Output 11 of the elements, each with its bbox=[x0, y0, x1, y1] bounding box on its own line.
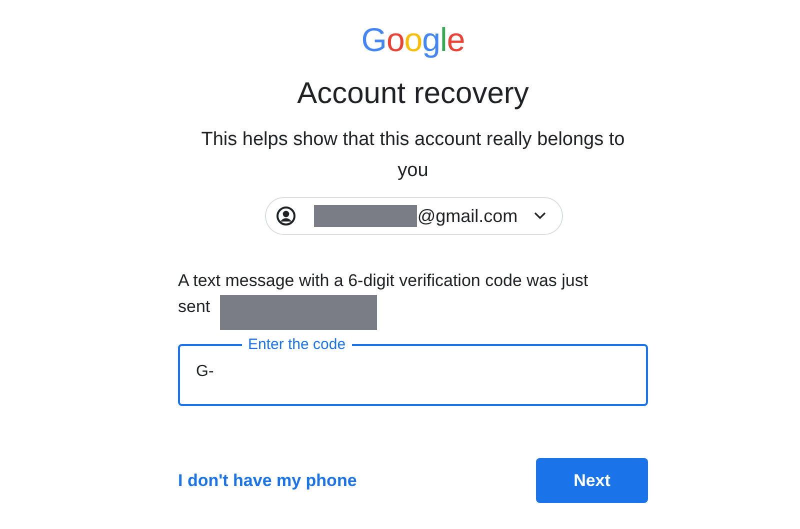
code-field[interactable]: Enter the code G- bbox=[178, 336, 648, 406]
code-input[interactable]: G- bbox=[196, 353, 630, 381]
subtitle-text: This helps show that this account really belongs to you bbox=[200, 128, 626, 183]
no-phone-link[interactable]: I don't have my phone bbox=[178, 470, 357, 490]
account-circle-icon bbox=[276, 206, 296, 226]
chevron-down-icon bbox=[534, 212, 546, 220]
google-logo: Google bbox=[361, 20, 465, 60]
account-chip[interactable]: @gmail.com bbox=[265, 197, 563, 235]
message-text: A text message with a 6-digit verification code was just sent bbox=[178, 270, 590, 318]
page-title: Account recovery bbox=[296, 76, 530, 112]
next-button[interactable]: Next bbox=[536, 458, 648, 503]
